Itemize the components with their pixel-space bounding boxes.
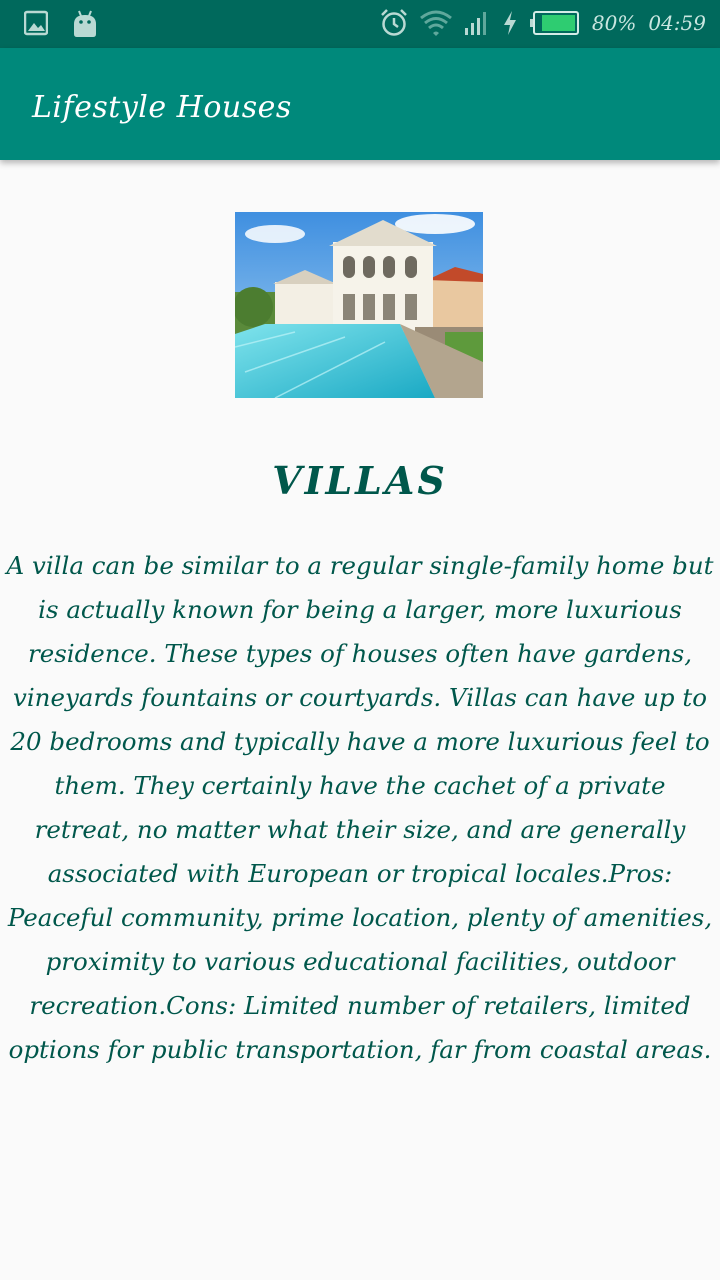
charging-icon: [502, 10, 518, 36]
description-text: A villa can be similar to a regular sing…: [6, 551, 714, 1064]
status-bar: 80% 04:59: [0, 0, 720, 48]
clock: 04:59: [648, 11, 706, 35]
page-heading: VILLAS: [272, 458, 448, 503]
battery-percent: 80%: [591, 11, 637, 35]
image-icon: [24, 10, 48, 38]
app-bar: Lifestyle Houses: [0, 48, 720, 160]
villa-image: [235, 212, 483, 398]
wifi-icon: [419, 9, 452, 37]
alarm-icon: [380, 8, 408, 38]
android-icon: [72, 10, 98, 38]
app-title: Lifestyle Houses: [32, 90, 292, 125]
battery-icon: [529, 10, 580, 36]
signal-icon: [464, 10, 490, 36]
